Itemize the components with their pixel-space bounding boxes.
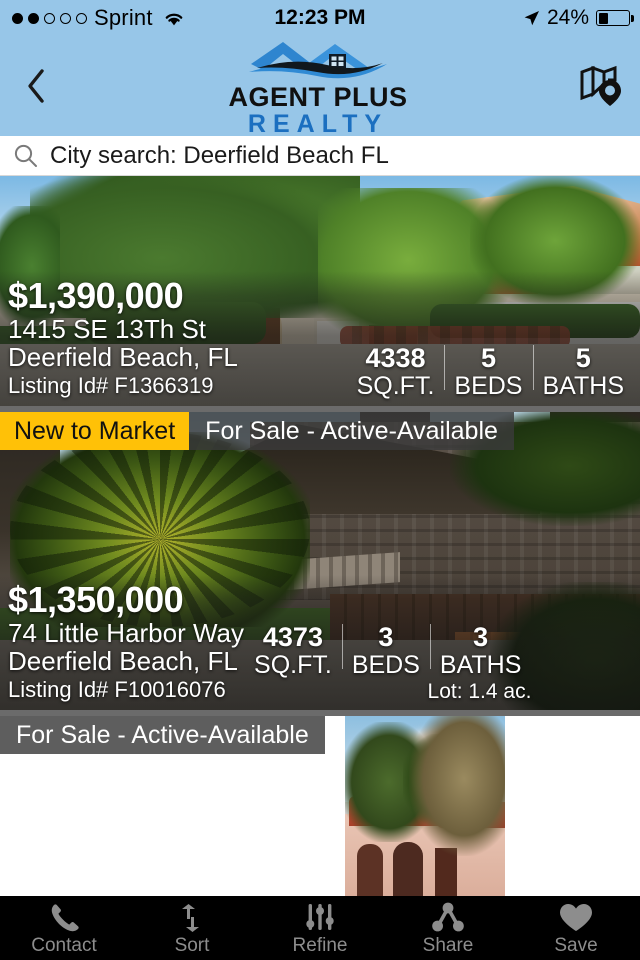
app-header: AGENT PLUS REALTY bbox=[0, 36, 640, 136]
listing-card[interactable]: New to Market For Sale - Active-Availabl… bbox=[0, 412, 640, 710]
listing-beds: 5 BEDS bbox=[444, 343, 532, 400]
listing-sqft-label: SQ.FT. bbox=[356, 372, 435, 400]
tab-contact[interactable]: Contact bbox=[0, 896, 128, 960]
listing-address-line2: Deerfield Beach, FL bbox=[8, 646, 238, 677]
listing-details: $1,350,000 74 Little Harbor Way Deerfiel… bbox=[0, 581, 244, 704]
listing-address-line1: 74 Little Harbor Way bbox=[8, 617, 245, 648]
listing-sqft-value: 4338 bbox=[365, 342, 426, 373]
listing-stats-column: 4373 SQ.FT. 3 BEDS 3 BATHS Lot: 1.4 ac. bbox=[244, 622, 537, 704]
listing-stats: 4338 SQ.FT. 5 BEDS 5 BATHS bbox=[347, 343, 640, 400]
listing-photo bbox=[345, 716, 505, 896]
listing-list[interactable]: $1,390,000 1415 SE 13Th St Deerfield Bea… bbox=[0, 176, 640, 896]
search-bar[interactable]: City search: Deerfield Beach FL bbox=[0, 136, 640, 176]
phone-icon bbox=[47, 902, 81, 934]
app-logo: AGENT PLUS REALTY bbox=[72, 38, 564, 137]
tab-label: Contact bbox=[31, 934, 97, 956]
listing-banners: New to Market For Sale - Active-Availabl… bbox=[0, 412, 514, 450]
listing-details: $1,390,000 1415 SE 13Th St Deerfield Bea… bbox=[0, 277, 238, 400]
listing-card[interactable]: $1,390,000 1415 SE 13Th St Deerfield Bea… bbox=[0, 176, 640, 406]
listing-price: $1,350,000 bbox=[8, 579, 184, 621]
listing-sqft-value: 4373 bbox=[262, 621, 323, 652]
listing-card[interactable]: For Sale - Active-Available bbox=[0, 716, 640, 896]
status-badge: For Sale - Active-Available bbox=[0, 716, 325, 754]
search-input[interactable]: City search: Deerfield Beach FL bbox=[50, 142, 389, 170]
listing-baths-value: 5 bbox=[575, 342, 591, 373]
logo-subtitle: REALTY bbox=[247, 109, 389, 138]
listing-baths-label: BATHS bbox=[439, 650, 522, 679]
listing-lot-size: Lot: 1.4 ac. bbox=[427, 679, 532, 703]
house-roof-logo-icon bbox=[243, 38, 393, 86]
logo-title: AGENT PLUS bbox=[228, 81, 408, 112]
listing-beds-value: 3 bbox=[378, 621, 394, 652]
listing-price: $1,390,000 bbox=[8, 275, 184, 317]
listing-sqft-label: SQ.FT. bbox=[254, 650, 332, 679]
listing-beds-label: BEDS bbox=[351, 650, 420, 679]
status-badge: For Sale - Active-Available bbox=[189, 412, 514, 450]
map-pin-icon bbox=[579, 64, 625, 108]
listing-sqft: 4338 SQ.FT. bbox=[347, 343, 445, 400]
search-icon bbox=[0, 143, 50, 168]
listing-baths-label: BATHS bbox=[542, 372, 625, 400]
tab-sort[interactable]: Sort bbox=[128, 896, 256, 960]
listing-sqft: 4373 SQ.FT. bbox=[244, 622, 342, 679]
listing-address-line2: Deerfield Beach, FL bbox=[8, 342, 238, 373]
listing-id: Listing Id# F10016076 bbox=[8, 676, 226, 702]
listing-baths-value: 3 bbox=[473, 621, 489, 652]
status-bar-right: 24% bbox=[523, 6, 640, 30]
status-bar: Sprint 12:23 PM 24% bbox=[0, 0, 640, 36]
tab-save[interactable]: Save bbox=[512, 896, 640, 960]
listing-baths: 3 BATHS bbox=[429, 621, 532, 679]
listing-banners: For Sale - Active-Available bbox=[0, 716, 325, 754]
tab-label: Sort bbox=[174, 934, 210, 956]
bottom-tab-bar: Contact Sort Refine Share Save bbox=[0, 896, 640, 960]
location-arrow-icon bbox=[523, 10, 540, 27]
back-button[interactable] bbox=[0, 36, 72, 136]
sliders-icon bbox=[304, 902, 336, 934]
sort-arrows-icon bbox=[176, 902, 208, 934]
new-to-market-badge: New to Market bbox=[0, 412, 190, 450]
listing-beds: 3 BEDS bbox=[341, 621, 430, 679]
listing-id: Listing Id# F1366319 bbox=[8, 372, 214, 398]
map-view-button[interactable] bbox=[564, 36, 640, 136]
listing-info-overlay: $1,390,000 1415 SE 13Th St Deerfield Bea… bbox=[0, 271, 640, 406]
listing-stats: 4373 SQ.FT. 3 BEDS 3 BATHS bbox=[244, 622, 537, 679]
listing-beds-value: 5 bbox=[480, 342, 496, 373]
listing-address-line1: 1415 SE 13Th St bbox=[8, 313, 207, 344]
battery-percent-label: 24% bbox=[546, 6, 589, 29]
listing-info-overlay: $1,350,000 74 Little Harbor Way Deerfiel… bbox=[0, 575, 640, 710]
share-nodes-icon bbox=[431, 902, 465, 934]
heart-icon bbox=[558, 902, 594, 934]
listing-baths: 5 BATHS bbox=[532, 342, 635, 400]
battery-icon bbox=[596, 10, 634, 26]
tab-label: Share bbox=[422, 934, 474, 956]
tab-share[interactable]: Share bbox=[384, 896, 512, 960]
app-screen: Sprint 12:23 PM 24% AGENT PLUS REALTY Ci… bbox=[0, 0, 640, 960]
listing-beds-label: BEDS bbox=[454, 372, 523, 400]
tab-label: Refine bbox=[292, 934, 348, 956]
tab-refine[interactable]: Refine bbox=[256, 896, 384, 960]
tab-label: Save bbox=[554, 934, 598, 956]
